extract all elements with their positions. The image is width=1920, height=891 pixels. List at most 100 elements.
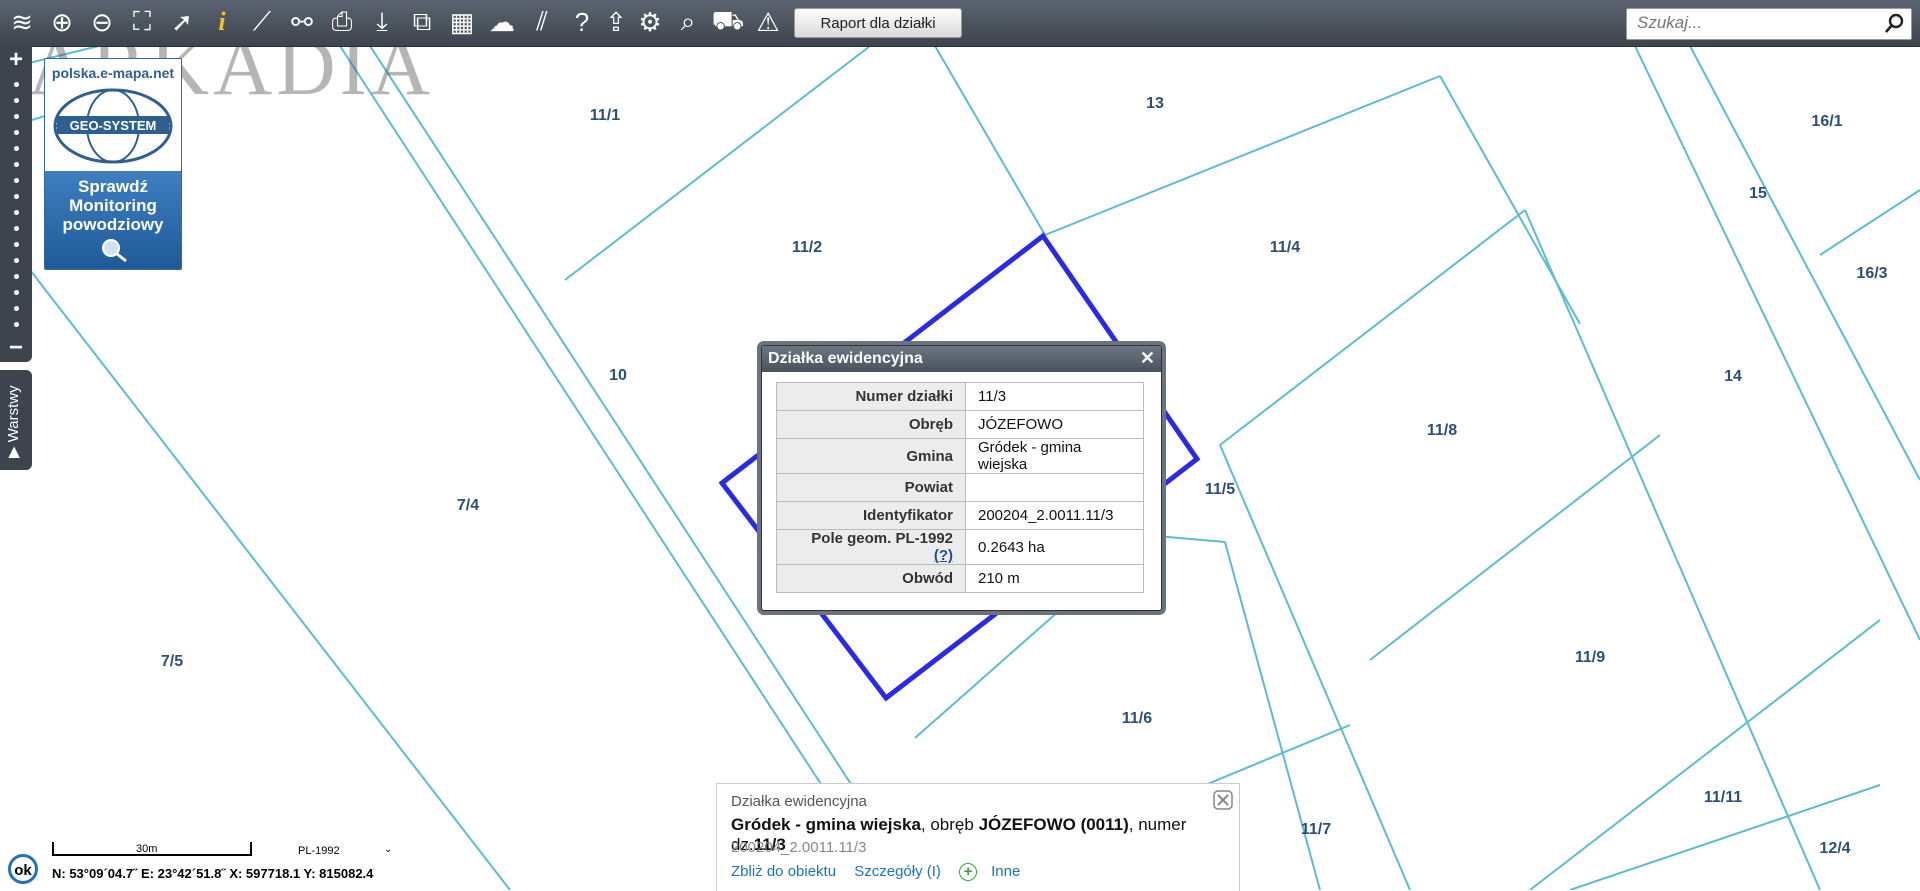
zoom-level-dot[interactable] <box>14 194 19 199</box>
scale-label: 30m <box>136 843 158 855</box>
parcel-label: 11/4 <box>1270 239 1300 256</box>
search-map-icon[interactable]: ⌕ <box>672 6 704 38</box>
promo-text-3: powodziowy <box>62 215 164 234</box>
chevron-down-icon[interactable]: ⌄ <box>384 844 392 855</box>
parcel-label: 10 <box>609 367 627 384</box>
zoom-out-icon[interactable]: ⊖ <box>86 6 118 38</box>
layers-tab-label: Warstwy <box>5 385 22 443</box>
pin-icon[interactable]: ⤓ <box>366 6 398 38</box>
zoom-to-object-link[interactable]: Zbliż do obiektu <box>731 863 836 880</box>
zoom-slider[interactable]: + − <box>0 46 32 362</box>
row-value: JÓZEFOWO <box>965 410 1144 439</box>
toolbar: ≋ ⊕ ⊖ ⛶ ➚ i ⟋ ⚯ ⎙ ⤓ ⧉ ▦ ☁ ⫽ ? ⇪ ⚙ ⌕ ⛟ ⚠ … <box>0 0 1920 47</box>
parcel-popup: Działka ewidencyjna ✕ Numer działki 11/3 … <box>761 345 1162 611</box>
parcel-label: 15 <box>1749 185 1767 202</box>
help-icon[interactable]: ? <box>566 6 598 38</box>
layout-icon[interactable]: ▦ <box>446 6 478 38</box>
coordinate-readout: N: 53°09´04.7˝ E: 23°42´51.8˝ X: 597718.… <box>52 866 374 881</box>
zoom-minus-button[interactable]: − <box>4 336 28 360</box>
zoom-level-dot[interactable] <box>14 258 19 263</box>
row-key: Powiat <box>776 473 966 502</box>
measure-icon[interactable]: ⟋ <box>246 6 278 38</box>
row-value <box>965 473 1144 502</box>
zoom-level-dot[interactable] <box>14 306 19 311</box>
zoom-in-icon[interactable]: ⊕ <box>46 6 78 38</box>
zoom-level-dot[interactable] <box>14 82 19 87</box>
close-panel-icon[interactable] <box>1213 790 1233 810</box>
search-box <box>1626 8 1912 40</box>
row-value: Gródek - gmina wiejska <box>965 438 1144 474</box>
shape-icon[interactable]: ☁ <box>486 6 518 38</box>
info-obreb-label: , obręb <box>920 815 979 834</box>
zoom-level-dot[interactable] <box>14 114 19 119</box>
row-key: Obręb <box>776 410 966 439</box>
search-input[interactable] <box>1627 9 1887 37</box>
info-icon[interactable]: i <box>206 6 238 38</box>
zoom-level-dot[interactable] <box>14 226 19 231</box>
row-value: 0.2643 ha <box>965 529 1144 565</box>
popup-close-icon[interactable]: ✕ <box>1140 348 1155 369</box>
zoom-plus-button[interactable]: + <box>4 48 28 72</box>
warning-icon[interactable]: ⚠ <box>752 6 784 38</box>
zoom-extent-icon[interactable]: ⛶ <box>126 6 158 38</box>
promo-blue-panel: Sprawdź Monitoring powodziowy <box>45 171 181 269</box>
row-key: Identyfikator <box>776 501 966 530</box>
zoom-level-dot[interactable] <box>14 242 19 247</box>
promo-text-1: Sprawdź <box>78 177 148 196</box>
parcel-label: 11/1 <box>590 107 620 124</box>
zoom-level-dot[interactable] <box>14 146 19 151</box>
parcel-label: 11/6 <box>1122 710 1152 727</box>
ok-button[interactable]: ok <box>8 854 38 884</box>
info-type: Działka ewidencyjna <box>731 793 867 810</box>
hatch-icon[interactable]: ⫽ <box>526 6 558 38</box>
zoom-level-dot[interactable] <box>14 130 19 135</box>
row-value: 11/3 <box>965 382 1144 411</box>
row-value: 210 m <box>965 564 1144 593</box>
select-arrow-icon[interactable]: ➚ <box>166 6 198 38</box>
zoom-level-dot[interactable] <box>14 210 19 215</box>
table-row: Pole geom. PL-1992 (?) 0.2643 ha <box>776 529 1144 565</box>
layers-tab[interactable]: ▶ Warstwy <box>0 370 32 470</box>
popup-title: Działka ewidencyjna <box>762 346 1161 372</box>
other-link[interactable]: Inne <box>991 863 1020 880</box>
parcel-label: 12/4 <box>1819 840 1850 857</box>
link-icon[interactable]: ⚯ <box>286 6 318 38</box>
table-row: Numer działki 11/3 <box>776 382 1144 411</box>
row-key: Obwód <box>776 564 966 593</box>
print-icon[interactable]: ⎙ <box>326 6 358 38</box>
overlay-icon[interactable]: ⧉ <box>406 6 438 38</box>
zoom-level-dot[interactable] <box>14 274 19 279</box>
row-key: Numer działki <box>776 382 966 411</box>
parcel-label: 11/8 <box>1427 422 1457 439</box>
zoom-level-dot[interactable] <box>14 322 19 327</box>
info-obreb: JÓZEFOWO (0011) <box>978 815 1129 834</box>
info-gmina: Gródek - gmina wiejska <box>731 815 921 834</box>
settings-icon[interactable]: ⚙ <box>634 6 666 38</box>
parcel-label: 13 <box>1146 95 1164 112</box>
add-circle-icon[interactable]: + <box>959 863 978 882</box>
cloud-upload-icon[interactable]: ⇪ <box>600 6 632 38</box>
zoom-level-dot[interactable] <box>14 290 19 295</box>
row-value: 200204_2.0011.11/3 <box>965 501 1144 530</box>
parcel-label: 11/11 <box>1704 789 1742 806</box>
info-identifier: 200204_2.0011.11/3 <box>731 839 867 856</box>
flood-monitoring-banner[interactable]: polska.e-mapa.net GEO-SYSTEM Sprawdź Mon… <box>44 58 182 270</box>
area-help-link[interactable]: (?) <box>934 547 953 564</box>
parcel-label: 14 <box>1724 368 1742 385</box>
search-icon[interactable] <box>1883 13 1905 35</box>
crs-select[interactable]: PL-1992 <box>298 845 340 857</box>
row-key: Pole geom. PL-1992 <box>811 530 953 547</box>
zoom-level-dot[interactable] <box>14 178 19 183</box>
table-row: Obwód 210 m <box>776 564 1144 593</box>
parcel-label: 11/2 <box>792 239 822 256</box>
parcel-label: 11/7 <box>1301 821 1331 838</box>
zoom-level-dot[interactable] <box>14 162 19 167</box>
report-button[interactable]: Raport dla działki <box>794 8 962 38</box>
layers-icon[interactable]: ≋ <box>6 6 38 38</box>
row-key-area: Pole geom. PL-1992 (?) <box>776 529 966 565</box>
parcel-attributes-table: Numer działki 11/3 Obręb JÓZEFOWO Gmina Gró… <box>776 382 1144 593</box>
cart-icon[interactable]: ⛟ <box>712 5 745 38</box>
zoom-level-dot[interactable] <box>14 98 19 103</box>
parcel-label: 16/3 <box>1856 265 1887 282</box>
details-link[interactable]: Szczegóły (I) <box>854 863 941 880</box>
